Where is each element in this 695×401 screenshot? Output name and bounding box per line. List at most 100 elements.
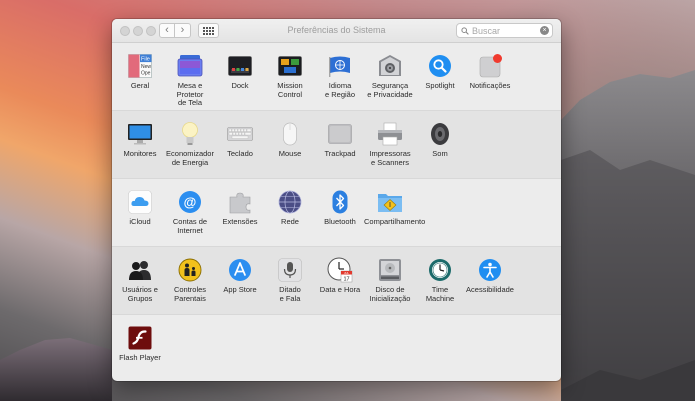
pane-language-region[interactable]: Idioma e Região: [314, 53, 366, 99]
energy-saver-icon: [177, 121, 203, 147]
pane-printers-scanners[interactable]: Impressoras e Scanners: [364, 121, 416, 167]
date-time-icon: JUL 17: [327, 257, 353, 283]
pane-label: Usuários e Grupos: [122, 285, 158, 303]
svg-text:@: @: [184, 195, 197, 210]
pane-notifications[interactable]: Notificações: [464, 53, 516, 91]
pane-users-groups[interactable]: Usuários e Grupos: [114, 257, 166, 303]
pane-trackpad[interactable]: Trackpad: [314, 121, 366, 159]
pane-label: Controles Parentais: [173, 285, 207, 303]
pane-displays[interactable]: Monitores: [114, 121, 166, 159]
pane-label: Segurança e Privacidade: [367, 81, 413, 99]
icloud-icon: [127, 189, 153, 215]
time-machine-icon: [427, 257, 453, 283]
svg-text:Ope: Ope: [141, 71, 151, 77]
pane-internet-accounts[interactable]: @ Contas de Internet: [164, 189, 216, 235]
pane-label: Spotlight: [425, 81, 455, 90]
pane-mission-control[interactable]: Mission Control: [264, 53, 316, 99]
svg-text:File: File: [141, 57, 150, 63]
internet-accounts-icon: @: [177, 189, 203, 215]
pane-label: Compartilhamento: [364, 217, 426, 226]
keyboard-icon: [227, 121, 253, 147]
section-personal: File New Ope Geral Mesa e Protetor de Te…: [112, 43, 561, 111]
pane-label: Impressoras e Scanners: [369, 149, 411, 167]
pane-icloud[interactable]: iCloud: [114, 189, 166, 227]
pane-label: Teclado: [227, 149, 253, 158]
search-icon: [461, 26, 469, 35]
pane-label: iCloud: [129, 217, 151, 226]
security-privacy-icon: [377, 53, 403, 79]
pane-label: Idioma e Região: [324, 81, 356, 99]
language-region-icon: [327, 53, 353, 79]
pane-label: Ditado e Fala: [279, 285, 301, 303]
pane-label: Monitores: [123, 149, 157, 158]
pane-label: Notificações: [469, 81, 511, 90]
pane-general[interactable]: File New Ope Geral: [114, 53, 166, 91]
svg-text:JUL: JUL: [344, 271, 349, 275]
search-input[interactable]: [472, 25, 542, 36]
general-icon: File New Ope: [127, 53, 153, 79]
pane-label: Mission Control: [277, 81, 303, 99]
pane-startup-disk[interactable]: Disco de Inicialização: [364, 257, 416, 303]
pane-energy-saver[interactable]: Economizador de Energia: [164, 121, 216, 167]
sharing-icon: [377, 189, 403, 215]
pane-sound[interactable]: Som: [414, 121, 466, 159]
network-icon: [277, 189, 303, 215]
pane-time-machine[interactable]: Time Machine: [414, 257, 466, 303]
mouse-icon: [277, 121, 303, 147]
pane-security-privacy[interactable]: Segurança e Privacidade: [364, 53, 416, 99]
clear-search-icon[interactable]: ×: [540, 26, 549, 35]
pane-accessibility[interactable]: Acessibilidade: [464, 257, 516, 295]
pane-label: Mesa e Protetor de Tela: [176, 81, 204, 107]
pane-label: Trackpad: [324, 149, 356, 158]
bluetooth-icon: [327, 189, 353, 215]
pane-label: Time Machine: [425, 285, 455, 303]
users-groups-icon: [127, 257, 153, 283]
title-bar: ‹ › Preferências do Sistema ×: [112, 19, 561, 43]
startup-disk-icon: [377, 257, 403, 283]
pane-dictation-speech[interactable]: Ditado e Fala: [264, 257, 316, 303]
pane-label: Rede: [281, 217, 299, 226]
pane-label: Contas de Internet: [172, 217, 208, 235]
pane-label: Geral: [130, 81, 150, 90]
trackpad-icon: [327, 121, 353, 147]
mission-control-icon: [277, 53, 303, 79]
pane-network[interactable]: Rede: [264, 189, 316, 227]
pane-dock[interactable]: Dock: [214, 53, 266, 91]
system-preferences-window: ‹ › Preferências do Sistema × File New O…: [112, 19, 561, 381]
dictation-speech-icon: [277, 257, 303, 283]
pane-label: Flash Player: [119, 353, 161, 362]
pane-sharing[interactable]: Compartilhamento: [364, 189, 426, 227]
pane-keyboard[interactable]: Teclado: [214, 121, 266, 159]
extensions-icon: [227, 189, 253, 215]
pane-label: Bluetooth: [324, 217, 356, 226]
sound-icon: [427, 121, 453, 147]
printers-scanners-icon: [377, 121, 403, 147]
pane-mouse[interactable]: Mouse: [264, 121, 316, 159]
svg-text:New: New: [141, 64, 151, 70]
svg-text:17: 17: [343, 277, 349, 283]
pane-flash-player[interactable]: Flash Player: [114, 325, 166, 363]
desktop-screensaver-icon: [177, 53, 203, 79]
displays-icon: [127, 121, 153, 147]
section-internet-wireless: iCloud @ Contas de Internet Extensões Re…: [112, 179, 561, 247]
pane-label: Economizador de Energia: [166, 149, 214, 167]
pane-desktop-screensaver[interactable]: Mesa e Protetor de Tela: [164, 53, 216, 108]
search-field[interactable]: ×: [456, 23, 553, 38]
pane-date-time[interactable]: JUL 17 Data e Hora: [314, 257, 366, 295]
pane-label: Mouse: [278, 149, 302, 158]
pane-bluetooth[interactable]: Bluetooth: [314, 189, 366, 227]
section-system: Usuários e Grupos Controles Parentais Ap…: [112, 247, 561, 315]
pane-label: Som: [432, 149, 448, 158]
pane-label: Disco de Inicialização: [369, 285, 411, 303]
pane-extensions[interactable]: Extensões: [214, 189, 266, 227]
pane-label: Acessibilidade: [466, 285, 514, 294]
spotlight-icon: [427, 53, 453, 79]
pane-app-store[interactable]: App Store: [214, 257, 266, 295]
section-hardware: Monitores Economizador de Energia Teclad…: [112, 111, 561, 179]
pane-spotlight[interactable]: Spotlight: [414, 53, 466, 91]
notifications-icon: [477, 53, 503, 79]
pane-parental-controls[interactable]: Controles Parentais: [164, 257, 216, 303]
section-other: Flash Player: [112, 315, 561, 381]
flash-player-icon: [127, 325, 153, 351]
dock-icon: [227, 53, 253, 79]
